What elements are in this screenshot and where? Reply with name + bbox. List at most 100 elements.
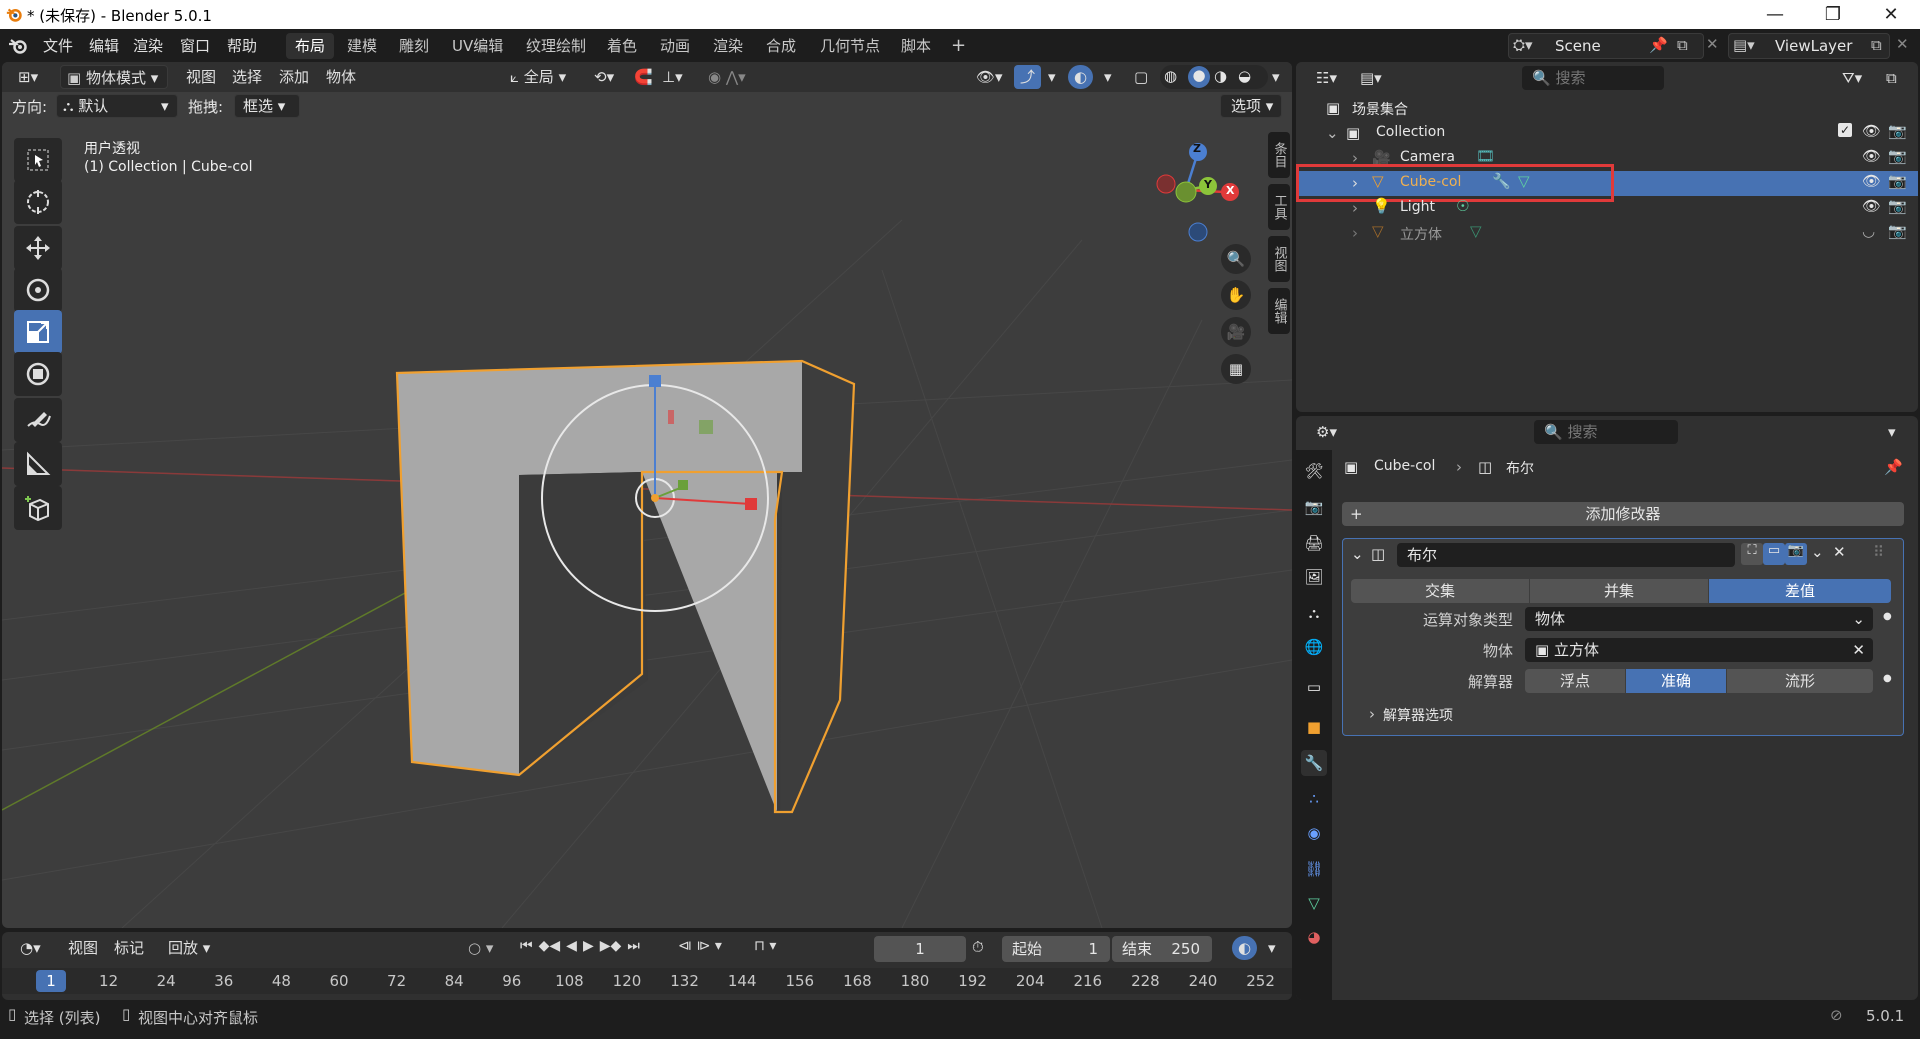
viewport-menu-add[interactable]: 添加 [273,65,315,89]
properties-editor[interactable]: ⚙▾ 🔍 搜索 ▾ 🛠 📷 🖨 🖼 ⛬ 🌐 ▭ ■ 🔧 ∴ ◉ ⛓ ▽ ◕ ▣ … [1296,416,1918,1000]
next-keyframe-icon[interactable]: ▶◆ [600,938,622,960]
stopwatch-icon[interactable]: ⏱ [972,938,984,956]
timeline-editor-type[interactable]: ◔▾ [14,936,47,960]
camera-view-icon[interactable]: 🎥 [1221,317,1251,347]
current-frame-field[interactable]: 1 [874,936,966,962]
menu-edit[interactable]: 编辑 [83,35,125,57]
jump-start-icon[interactable]: ⏮ [520,938,533,960]
minimize-button[interactable]: — [1746,0,1804,29]
editor-type-button[interactable]: ⊞▾ [12,65,44,89]
blender-menu-icon[interactable] [8,37,28,55]
navigation-gizmo[interactable]: Z Y X [1146,136,1250,246]
select-box-tool[interactable] [14,138,62,182]
animate-dot-icon[interactable]: ● [1883,611,1892,622]
tab-geometry-nodes[interactable]: 几何节点 [811,33,889,59]
play-icon[interactable]: ▶ [583,938,594,960]
prev-next-frame-icons[interactable]: ⧏ ⧐ ▾ [678,938,722,954]
playback-dropdown[interactable]: 回放 ▾ [162,936,216,960]
expand-chevron-icon[interactable]: › [1352,199,1358,217]
menu-render[interactable]: 渲染 [127,35,169,57]
sidebar-tab-tool[interactable]: 工具 [1268,184,1290,230]
mode-selector[interactable]: ▣ 物体模式 ▾ [60,65,168,89]
expand-chevron-icon[interactable]: › [1352,224,1358,242]
tab-compositing[interactable]: 合成 [757,33,805,59]
new-viewlayer-icon[interactable]: ⧉ [1871,36,1882,54]
viewport-display-toggle-icon[interactable]: ▭ [1763,543,1785,565]
view-layer-tab-icon[interactable]: 🖼 [1301,564,1327,590]
pivot-point-dropdown[interactable]: ⟲▾ [588,65,620,89]
visibility-eye-icon[interactable]: 👁 [1862,172,1881,190]
object-tab-icon[interactable]: ■ [1301,714,1327,740]
collection-row[interactable]: ⌄ ▣ Collection ✓ 👁 📷 [1296,121,1918,146]
delete-viewlayer-icon[interactable]: ✕ [1896,35,1909,53]
outliner-search-input[interactable]: 🔍 搜索 [1522,66,1664,90]
solver-float[interactable]: 浮点 [1525,669,1625,693]
tab-texture-paint[interactable]: 纹理绘制 [517,33,595,59]
add-modifier-button[interactable]: + 添加修改器 [1342,502,1904,526]
new-collection-icon[interactable]: ⧉ [1880,66,1903,90]
cube-col-mesh[interactable] [395,359,856,814]
scale-tool[interactable] [14,310,62,354]
auto-keying-toggle[interactable]: ○ ▾ [462,936,499,960]
transform-orientation-dropdown[interactable]: ⟀ 全局 ▾ [504,65,572,89]
tab-uv-editing[interactable]: UV编辑 [443,33,512,59]
animate-dot-icon[interactable]: ● [1883,673,1892,684]
viewport-3d[interactable]: ⊞▾ ▣ 物体模式 ▾ 视图 选择 添加 物体 ⟀ 全局 ▾ ⟲▾ 🧲 ⊥▾ ◉… [2,62,1292,928]
scene-selector[interactable]: ⛭▾ Scene 📌 ⧉ [1508,33,1704,59]
tab-layout[interactable]: 布局 [286,33,335,59]
tab-animation[interactable]: 动画 [651,33,699,59]
cursor-tool[interactable] [14,180,62,224]
render-camera-icon[interactable]: 📷 [1888,122,1907,140]
outliner-editor-type[interactable]: ☷▾ [1310,66,1343,90]
clear-object-icon[interactable]: ✕ [1852,638,1865,662]
sidebar-tab-edit[interactable]: 编辑 [1268,288,1290,334]
pan-hand-icon[interactable]: ✋ [1221,280,1251,310]
exclude-checkbox[interactable]: ✓ [1838,123,1852,137]
visibility-eye-icon[interactable]: 👁 [1862,122,1881,140]
solver-options-subpanel[interactable]: 解算器选项 [1383,705,1453,725]
menu-file[interactable]: 文件 [37,35,79,57]
perspective-grid-icon[interactable]: ▦ [1221,354,1251,384]
shading-dropdown[interactable]: ▾ [1266,65,1286,89]
add-workspace-button[interactable]: + [942,33,975,59]
viewport-menu-object[interactable]: 物体 [320,65,362,89]
menu-help[interactable]: 帮助 [221,35,263,57]
operand-type-dropdown[interactable]: 物体 ⌄ [1525,607,1873,631]
timeline-editor[interactable]: ◔▾ 视图 标记 回放 ▾ ○ ▾ ⏮ ◆◀ ◀ ▶ ▶◆ ⏭ ⧏ ⧐ ▾ ⊓ … [2,932,1292,1000]
properties-options-dropdown[interactable]: ▾ [1882,420,1902,444]
scene-tab-icon[interactable]: ⛬ [1301,600,1327,626]
outliner-item-light[interactable]: › 💡 Light ☉ 👁 📷 [1296,196,1918,221]
particles-tab-icon[interactable]: ∴ [1301,786,1327,812]
properties-search-input[interactable]: 🔍 搜索 [1534,420,1678,444]
rendered-shading-icon[interactable]: ◒ [1238,67,1251,85]
data-tab-icon[interactable]: ▽ [1301,890,1327,916]
jump-end-icon[interactable]: ⏭ [627,938,640,960]
options-dropdown[interactable]: 选项 ▾ [1220,94,1282,118]
render-tab-icon[interactable]: 📷 [1301,494,1327,520]
solver-exact[interactable]: 准确 [1626,669,1726,693]
new-scene-icon[interactable]: ⧉ [1677,36,1688,54]
visibility-eye-icon[interactable]: 👁 [1862,147,1881,165]
wireframe-shading-icon[interactable]: ◍ [1164,67,1177,85]
measure-tool[interactable] [14,442,62,486]
outliner-editor[interactable]: ☷▾ ▤▾ 🔍 搜索 ⛛▾ ⧉ ▣ 场景集合 ⌄ ▣ Collection ✓ … [1296,62,1918,412]
pin-icon[interactable]: 📌 [1649,36,1668,54]
timeline-menu-marker[interactable]: 标记 [108,936,150,960]
filter-dropdown[interactable]: ⛛▾ [1836,66,1868,90]
delete-scene-icon[interactable]: ✕ [1706,35,1719,53]
operation-difference[interactable]: 差值 [1709,579,1891,603]
tab-modeling[interactable]: 建模 [338,33,386,59]
material-tab-icon[interactable]: ◕ [1301,924,1327,950]
tab-shading[interactable]: 着色 [598,33,646,59]
visibility-eye-icon[interactable]: 👁 [1862,197,1881,215]
scene-collection-row[interactable]: ▣ 场景集合 [1296,96,1918,121]
add-cube-tool[interactable] [14,486,62,530]
modifier-tab-icon[interactable]: 🔧 [1301,750,1327,776]
transform-tool[interactable] [14,352,62,396]
timeline-overlay-dropdown[interactable]: ▾ [1262,936,1282,960]
menu-window[interactable]: 窗口 [174,35,216,57]
xray-toggle[interactable]: ▢ [1128,65,1154,89]
constraints-tab-icon[interactable]: ⛓ [1301,856,1327,882]
render-camera-icon[interactable]: 📷 [1888,197,1907,215]
material-shading-icon[interactable]: ◑ [1214,67,1227,85]
